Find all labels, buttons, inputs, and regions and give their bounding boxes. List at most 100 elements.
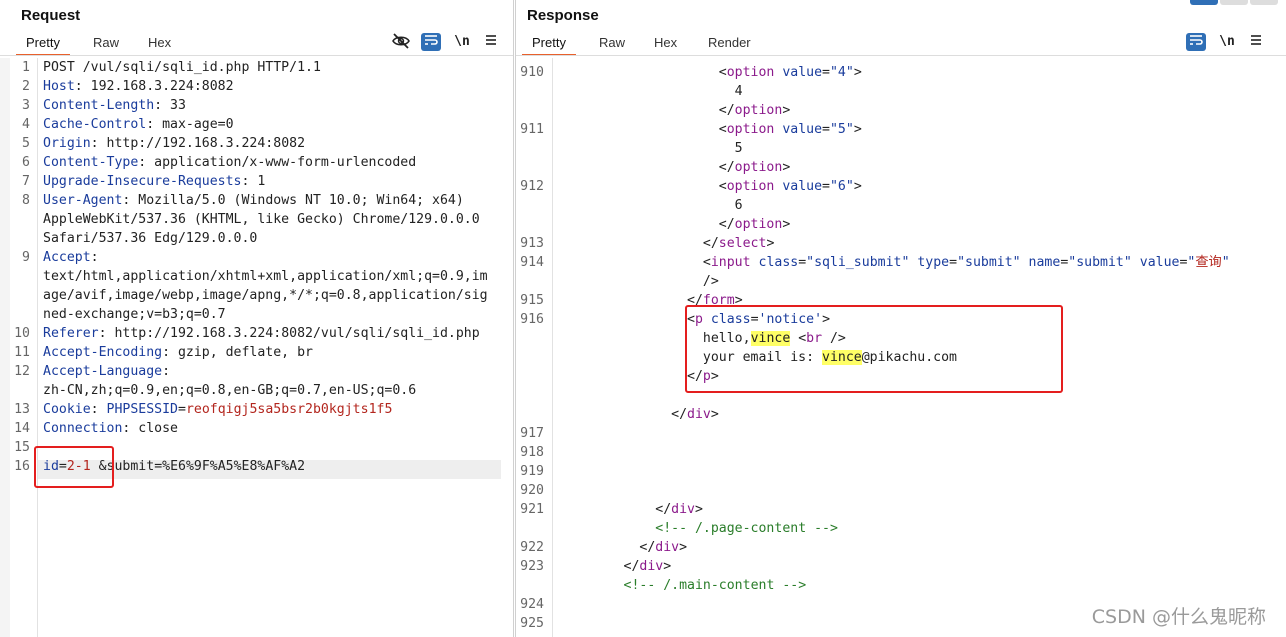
line-number: 2: [22, 79, 30, 94]
code-line[interactable]: </option>: [560, 101, 790, 120]
response-tab-pretty[interactable]: Pretty: [522, 34, 576, 56]
request-tab-pretty[interactable]: Pretty: [16, 34, 70, 56]
code-line[interactable]: 6: [560, 196, 743, 215]
response-tab-hex[interactable]: Hex: [654, 34, 677, 54]
code-line[interactable]: ned-exchange;v=b3;q=0.7: [43, 305, 226, 324]
code-line[interactable]: <option value="6">: [560, 177, 862, 196]
code-line[interactable]: <!-- /.page-content -->: [560, 519, 838, 538]
response-tab-render[interactable]: Render: [708, 34, 751, 54]
code-line[interactable]: Connection: close: [43, 419, 178, 438]
line-number: 915: [520, 293, 544, 308]
line-number: [0, 381, 30, 400]
line-number: [0, 229, 30, 248]
code-line[interactable]: <input class="sqli_submit" type="submit"…: [560, 253, 1230, 272]
line-number: 916: [520, 312, 544, 327]
watermark: CSDN @什么鬼昵称: [1091, 606, 1266, 628]
code-line[interactable]: </option>: [560, 158, 790, 177]
request-pane: Request Pretty Raw Hex \n 1 POST /vul/sql…: [0, 0, 514, 637]
line-number: 15: [14, 440, 30, 455]
line-number: [516, 196, 544, 215]
code-line[interactable]: Accept-Encoding: gzip, deflate, br: [43, 343, 313, 362]
line-number: 913: [520, 236, 544, 251]
line-number: [516, 272, 544, 291]
newline-toggle[interactable]: \n: [452, 33, 472, 51]
eye-slash-icon[interactable]: [391, 33, 411, 51]
line-number: 921: [520, 502, 544, 517]
line-number: [516, 519, 544, 538]
code-line[interactable]: 4: [560, 82, 743, 101]
response-tab-raw[interactable]: Raw: [599, 34, 625, 54]
line-number: 14: [14, 421, 30, 436]
code-line[interactable]: zh-CN,zh;q=0.9,en;q=0.8,en-GB;q=0.7,en-U…: [43, 381, 416, 400]
code-line[interactable]: Accept:: [43, 248, 99, 267]
line-number: 912: [520, 179, 544, 194]
code-line[interactable]: age/avif,image/webp,image/apng,*/*;q=0.8…: [43, 286, 488, 305]
code-line[interactable]: Accept-Language:: [43, 362, 170, 381]
line-number: 12: [14, 364, 30, 379]
code-line[interactable]: />: [560, 272, 719, 291]
code-line[interactable]: Safari/537.36 Edg/129.0.0.0: [43, 229, 257, 248]
code-line[interactable]: Cookie: PHPSESSID=reofqigj5sa5bsr2b0kgjt…: [43, 400, 392, 419]
layout-button-3[interactable]: [1250, 0, 1278, 5]
code-line[interactable]: Cache-Control: max-age=0: [43, 115, 234, 134]
response-pane: Response Pretty Raw Hex Render \n 910 <o…: [515, 0, 1286, 637]
line-number: 920: [520, 483, 544, 498]
wrap-icon[interactable]: [1186, 33, 1206, 51]
code-line[interactable]: Host: 192.168.3.224:8082: [43, 77, 234, 96]
code-line[interactable]: <option value="4">: [560, 63, 862, 82]
code-line[interactable]: <option value="5">: [560, 120, 862, 139]
menu-icon[interactable]: [481, 33, 501, 51]
line-number: 3: [22, 98, 30, 113]
code-line[interactable]: 5: [560, 139, 743, 158]
line-number: 16: [14, 459, 30, 474]
code-line[interactable]: <!-- /.main-content -->: [560, 576, 807, 595]
line-number: [516, 158, 544, 177]
line-number: 925: [520, 616, 544, 631]
line-number: 919: [520, 464, 544, 479]
code-line[interactable]: </option>: [560, 215, 790, 234]
menu-icon[interactable]: [1246, 33, 1266, 51]
line-number: [516, 348, 544, 367]
line-number: [516, 386, 544, 405]
code-line[interactable]: Content-Type: application/x-www-form-url…: [43, 153, 416, 172]
request-tab-hex[interactable]: Hex: [148, 34, 171, 54]
code-line[interactable]: Upgrade-Insecure-Requests: 1: [43, 172, 265, 191]
code-line[interactable]: </div>: [560, 557, 672, 576]
layout-button-2[interactable]: [1220, 0, 1248, 5]
code-line[interactable]: </div>: [560, 500, 703, 519]
code-line[interactable]: Origin: http://192.168.3.224:8082: [43, 134, 305, 153]
response-tabs: Pretty Raw Hex Render: [516, 34, 1286, 56]
layout-button-1[interactable]: [1190, 0, 1218, 5]
line-number: [516, 139, 544, 158]
code-line[interactable]: </div>: [560, 405, 719, 424]
code-line[interactable]: Content-Length: 33: [43, 96, 186, 115]
line-number: 4: [22, 117, 30, 132]
code-line[interactable]: AppleWebKit/537.36 (KHTML, like Gecko) C…: [43, 210, 480, 229]
line-number: [516, 329, 544, 348]
layout-toggle-buttons[interactable]: [1190, 0, 1278, 6]
line-number: [516, 101, 544, 120]
request-editor[interactable]: 1 POST /vul/sqli/sqli_id.php HTTP/1.1 2 Hos…: [0, 58, 513, 637]
code-line[interactable]: </div>: [560, 538, 687, 557]
line-number: 7: [22, 174, 30, 189]
highlight-box-id-param: [34, 446, 114, 488]
line-number: 924: [520, 597, 544, 612]
line-number: 918: [520, 445, 544, 460]
code-line[interactable]: text/html,application/xhtml+xml,applicat…: [43, 267, 488, 286]
line-number: [516, 215, 544, 234]
code-line[interactable]: Referer: http://192.168.3.224:8082/vul/s…: [43, 324, 480, 343]
line-number: 923: [520, 559, 544, 574]
wrap-icon[interactable]: [421, 33, 441, 51]
code-line[interactable]: User-Agent: Mozilla/5.0 (Windows NT 10.0…: [43, 191, 464, 210]
line-number: 917: [520, 426, 544, 441]
request-tab-raw[interactable]: Raw: [93, 34, 119, 54]
line-number: 9: [22, 250, 30, 265]
highlight-box-notice: [685, 305, 1063, 393]
newline-toggle[interactable]: \n: [1217, 33, 1237, 51]
code-line[interactable]: </select>: [560, 234, 774, 253]
line-number: [0, 267, 30, 286]
line-number: [0, 305, 30, 324]
response-title: Response: [527, 7, 599, 24]
code-line[interactable]: POST /vul/sqli/sqli_id.php HTTP/1.1: [43, 58, 321, 77]
line-number: 914: [520, 255, 544, 270]
